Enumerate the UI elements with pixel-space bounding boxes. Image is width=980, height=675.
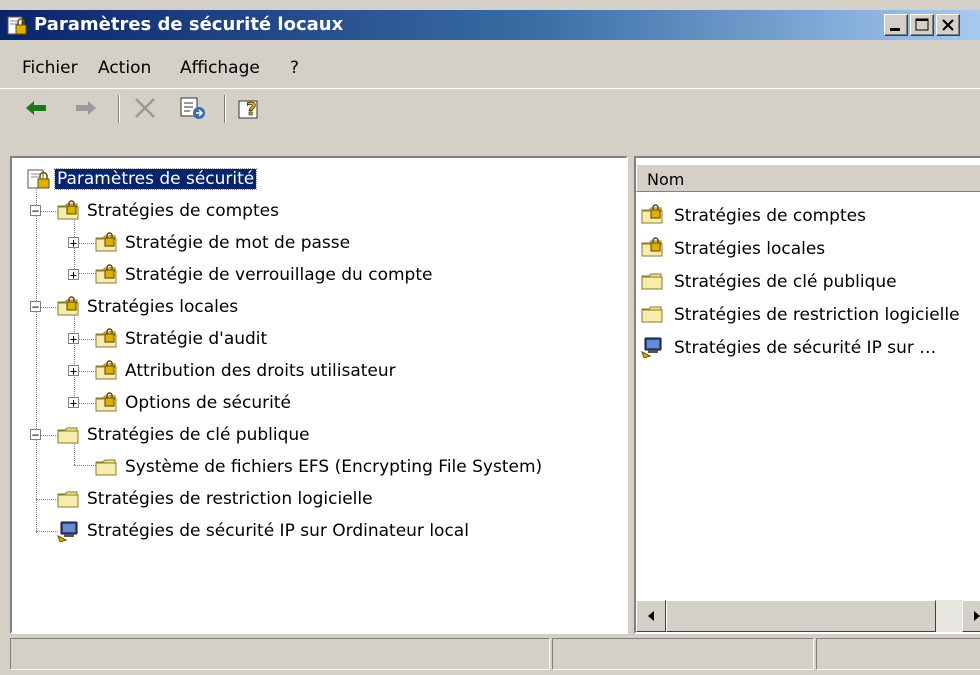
folder-icon (641, 273, 663, 290)
menu-affichage[interactable]: Affichage (180, 58, 260, 78)
window-title: Paramètres de sécurité locaux (34, 14, 344, 35)
minimize-button[interactable] (884, 14, 908, 36)
horizontal-scrollbar[interactable] (636, 600, 980, 632)
toolbar: ? (0, 88, 980, 127)
close-button[interactable] (936, 14, 960, 36)
tree-item-label: Attribution des droits utilisateur (125, 361, 396, 381)
forward-arrow-icon (76, 101, 96, 115)
locked-folder-icon (95, 264, 117, 284)
export-list-icon (180, 97, 205, 119)
help-icon: ? (238, 99, 258, 120)
folder-icon (641, 306, 663, 323)
expand-icon[interactable]: + (68, 236, 79, 250)
security-settings-icon (7, 16, 27, 35)
expand-icon[interactable]: + (68, 332, 79, 346)
tree-item-label: Stratégie de mot de passe (125, 233, 351, 253)
folder-icon (95, 459, 117, 476)
status-panel-1 (10, 638, 550, 670)
menu-bar: Fichier Action Affichage ? (0, 48, 980, 82)
export-list-button[interactable] (178, 95, 208, 121)
console-tree[interactable]: Paramètres de sécurité Stratégies de com… (10, 156, 628, 634)
tree-item-label: Système de fichiers EFS (Encrypting File… (125, 457, 543, 477)
ip-security-icon (57, 521, 78, 542)
locked-folder-icon (57, 200, 79, 220)
folder-icon (57, 427, 79, 444)
tree-root-label: Paramètres de sécurité (53, 168, 258, 190)
maximize-icon (915, 18, 929, 31)
help-button[interactable]: ? (236, 95, 266, 121)
tree-item-label: Stratégies de sécurité IP sur Ordinateur… (87, 521, 469, 541)
tree-item-label: Stratégies de clé publique (87, 425, 310, 445)
list-item-label: Stratégies de restriction logicielle (674, 305, 960, 325)
column-header-nom[interactable]: Nom (636, 164, 980, 192)
maximize-button[interactable] (910, 14, 934, 36)
list-item-label: Stratégies de clé publique (674, 272, 897, 292)
column-header-label: Nom (647, 170, 685, 189)
expand-icon[interactable]: + (68, 364, 79, 378)
arrow-right-icon (974, 611, 980, 621)
tree-item-label: Options de sécurité (125, 393, 291, 413)
collapse-icon[interactable]: − (30, 428, 41, 442)
folder-icon (57, 491, 79, 508)
close-icon (942, 19, 954, 31)
collapse-icon[interactable]: − (30, 300, 41, 314)
forward-button[interactable] (70, 95, 100, 121)
delete-icon (135, 98, 155, 118)
locked-folder-icon (95, 328, 117, 348)
back-arrow-icon (26, 101, 46, 115)
arrow-left-icon (648, 611, 654, 621)
ip-security-icon (641, 337, 662, 358)
status-panel-2 (552, 638, 814, 670)
locked-folder-icon (95, 392, 117, 412)
menu-help[interactable]: ? (290, 58, 299, 78)
locked-folder-icon (95, 232, 117, 252)
scroll-right-button[interactable] (962, 600, 980, 632)
collapse-icon[interactable]: − (30, 204, 41, 218)
list-item-label: Stratégies locales (674, 239, 826, 259)
expand-icon[interactable]: + (68, 268, 79, 282)
minimize-icon (890, 28, 900, 31)
tree-item-label: Stratégies de restriction logicielle (87, 489, 373, 509)
locked-folder-icon (641, 237, 663, 257)
menu-fichier[interactable]: Fichier (22, 58, 78, 78)
list-item-label: Stratégies de sécurité IP sur … (674, 338, 937, 358)
scroll-left-button[interactable] (636, 600, 666, 632)
svg-text:?: ? (246, 99, 256, 120)
list-item-label: Stratégies de comptes (674, 206, 866, 226)
details-list[interactable]: Nom Stratégies de comptes Stratégies loca… (634, 156, 980, 634)
security-settings-icon (27, 169, 50, 189)
tree-item-label: Stratégie de verrouillage du compte (125, 265, 433, 285)
tree-item-label: Stratégies locales (87, 297, 239, 317)
tree-item-label: Stratégies de comptes (87, 201, 279, 221)
title-bar[interactable]: Paramètres de sécurité locaux (0, 10, 980, 40)
locked-folder-icon (95, 360, 117, 380)
back-button[interactable] (22, 95, 52, 121)
delete-button[interactable] (130, 95, 160, 121)
scroll-thumb[interactable] (666, 600, 936, 632)
locked-folder-icon (641, 204, 663, 224)
locked-folder-icon (57, 296, 79, 316)
expand-icon[interactable]: + (68, 396, 79, 410)
menu-action[interactable]: Action (98, 58, 151, 78)
status-panel-3 (816, 638, 980, 670)
tree-item-label: Stratégie d'audit (125, 329, 268, 349)
